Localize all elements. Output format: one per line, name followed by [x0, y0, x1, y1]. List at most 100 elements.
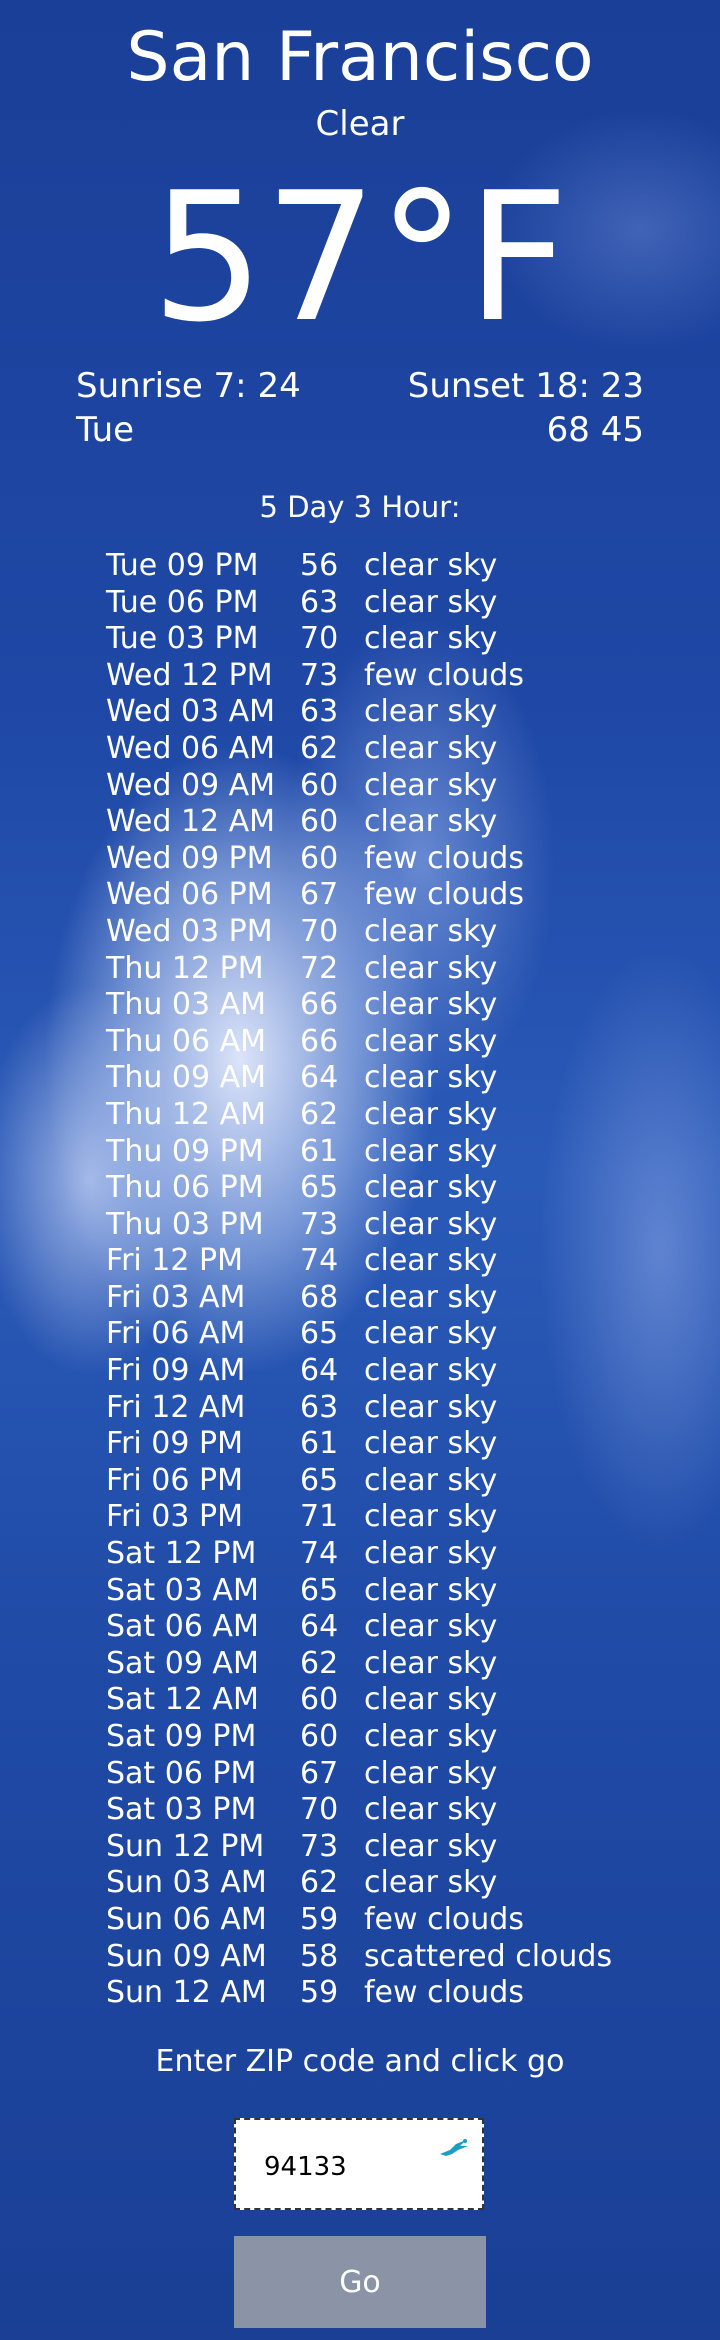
- forecast-row: Thu 06 AM 66 clear sky: [106, 1024, 612, 1061]
- forecast-time: Wed 03 PM: [106, 913, 273, 949]
- forecast-temp: 59: [300, 1901, 339, 1937]
- forecast-time: Fri 03 AM: [106, 1279, 246, 1315]
- forecast-temp: 60: [300, 1719, 339, 1754]
- forecast-time: Sat 03 AM: [106, 1572, 259, 1608]
- forecast-temp: 60: [300, 1682, 339, 1718]
- forecast-desc: clear sky: [364, 1719, 498, 1754]
- forecast-row: Thu 09 AM 64 clear sky: [106, 1060, 612, 1097]
- forecast-temp: 60: [300, 804, 339, 840]
- autofill-icon[interactable]: [436, 2136, 472, 2160]
- forecast-row: Wed 03 PM 70 clear sky: [106, 914, 612, 951]
- forecast-row: Wed 12 AM 60 clear sky: [106, 804, 612, 841]
- forecast-row: Wed 03 AM 63 clear sky: [106, 694, 612, 731]
- forecast-desc: few clouds: [364, 1901, 524, 1937]
- forecast-temp: 71: [300, 1499, 339, 1535]
- forecast-desc: clear sky: [364, 1060, 498, 1096]
- forecast-temp: 65: [300, 1316, 339, 1352]
- forecast-row: Fri 09 AM 64 clear sky: [106, 1353, 612, 1390]
- current-condition: Clear: [315, 104, 405, 144]
- forecast-desc: clear sky: [364, 767, 498, 803]
- forecast-row: Thu 06 PM 65 clear sky: [106, 1170, 612, 1207]
- forecast-time: Wed 06 PM: [106, 877, 273, 913]
- forecast-row: Sat 09 PM 60 clear sky: [106, 1719, 612, 1756]
- current-day: Tue: [76, 410, 135, 450]
- forecast-row: Sun 03 AM 62 clear sky: [106, 1865, 612, 1902]
- forecast-row: Fri 12 PM 74 clear sky: [106, 1243, 612, 1280]
- forecast-time: Sat 09 AM: [106, 1645, 259, 1681]
- forecast-row: Sat 06 AM 64 clear sky: [106, 1609, 612, 1646]
- forecast-desc: clear sky: [364, 1316, 498, 1352]
- forecast-row: Thu 09 PM 61 clear sky: [106, 1134, 612, 1171]
- forecast-time: Thu 03 PM: [106, 1206, 264, 1242]
- forecast-time: Sat 06 AM: [106, 1609, 259, 1645]
- forecast-time: Sat 09 PM: [106, 1719, 257, 1754]
- forecast-row: Sat 03 AM 65 clear sky: [106, 1573, 612, 1610]
- forecast-row: Thu 03 AM 66 clear sky: [106, 987, 612, 1024]
- forecast-desc: clear sky: [364, 1462, 498, 1498]
- forecast-time: Wed 09 AM: [106, 767, 276, 803]
- forecast-temp: 61: [300, 1133, 339, 1169]
- forecast-row: Sun 06 AM 59 few clouds: [106, 1902, 612, 1939]
- forecast-desc: clear sky: [364, 1206, 498, 1242]
- forecast-row: Fri 06 AM 65 clear sky: [106, 1316, 612, 1353]
- forecast-time: Sat 06 PM: [106, 1755, 257, 1791]
- forecast-row: Wed 06 PM 67 few clouds: [106, 877, 612, 914]
- forecast-time: Fri 12 AM: [106, 1389, 246, 1425]
- forecast-desc: clear sky: [364, 1572, 498, 1608]
- forecast-desc: few clouds: [364, 657, 524, 693]
- forecast-row: Tue 09 PM 56 clear sky: [106, 548, 612, 585]
- forecast-temp: 58: [300, 1938, 339, 1974]
- forecast-desc: clear sky: [364, 621, 498, 657]
- forecast-desc: clear sky: [364, 1755, 498, 1791]
- forecast-temp: 70: [300, 1792, 339, 1828]
- forecast-temp: 64: [300, 1609, 339, 1645]
- forecast-desc: clear sky: [364, 1792, 498, 1828]
- forecast-temp: 65: [300, 1572, 339, 1608]
- current-temperature: 57°F: [151, 154, 569, 361]
- forecast-desc: clear sky: [364, 1389, 498, 1425]
- forecast-row: Sat 03 PM 70 clear sky: [106, 1792, 612, 1829]
- forecast-desc: clear sky: [364, 1353, 498, 1389]
- forecast-temp: 63: [300, 584, 339, 620]
- forecast-row: Sun 09 AM 58 scattered clouds: [106, 1939, 612, 1976]
- forecast-row: Wed 09 AM 60 clear sky: [106, 768, 612, 805]
- forecast-row: Fri 06 PM 65 clear sky: [106, 1463, 612, 1500]
- forecast-desc: clear sky: [364, 548, 498, 583]
- forecast-title: 5 Day 3 Hour:: [259, 490, 461, 524]
- forecast-temp: 73: [300, 1828, 339, 1864]
- forecast-row: Sat 12 AM 60 clear sky: [106, 1682, 612, 1719]
- forecast-list: Tue 09 PM 56 clear sky Tue 06 PM 63 clear sky…: [106, 548, 612, 2012]
- forecast-row: Fri 03 PM 71 clear sky: [106, 1499, 612, 1536]
- forecast-time: Tue 03 PM: [106, 621, 259, 657]
- forecast-time: Thu 12 PM: [106, 950, 264, 986]
- forecast-time: Thu 06 AM: [106, 1023, 267, 1059]
- forecast-temp: 68: [300, 1279, 339, 1315]
- forecast-time: Sun 12 AM: [106, 1975, 267, 2011]
- forecast-temp: 61: [300, 1426, 339, 1462]
- forecast-temp: 65: [300, 1462, 339, 1498]
- forecast-time: Sun 09 AM: [106, 1938, 267, 1974]
- forecast-time: Wed 12 PM: [106, 657, 273, 693]
- forecast-temp: 60: [300, 767, 339, 803]
- forecast-time: Thu 09 AM: [106, 1060, 267, 1096]
- forecast-temp: 59: [300, 1975, 339, 2011]
- forecast-desc: clear sky: [364, 1426, 498, 1462]
- forecast-desc: clear sky: [364, 1133, 498, 1169]
- forecast-desc: clear sky: [364, 584, 498, 620]
- forecast-temp: 72: [300, 950, 339, 986]
- forecast-row: Sat 06 PM 67 clear sky: [106, 1756, 612, 1793]
- forecast-row: Wed 09 PM 60 few clouds: [106, 841, 612, 878]
- forecast-time: Wed 06 AM: [106, 730, 276, 766]
- forecast-temp: 62: [300, 1645, 339, 1681]
- forecast-desc: few clouds: [364, 1975, 524, 2011]
- zip-input-box[interactable]: [234, 2118, 484, 2210]
- go-button[interactable]: Go: [234, 2236, 486, 2328]
- forecast-temp: 62: [300, 1865, 339, 1901]
- zip-input[interactable]: [262, 2148, 426, 2186]
- forecast-row: Thu 12 AM 62 clear sky: [106, 1097, 612, 1134]
- forecast-temp: 74: [300, 1536, 339, 1572]
- forecast-time: Thu 12 AM: [106, 1096, 267, 1132]
- forecast-temp: 65: [300, 1170, 339, 1206]
- forecast-row: Sat 09 AM 62 clear sky: [106, 1646, 612, 1683]
- forecast-temp: 64: [300, 1353, 339, 1389]
